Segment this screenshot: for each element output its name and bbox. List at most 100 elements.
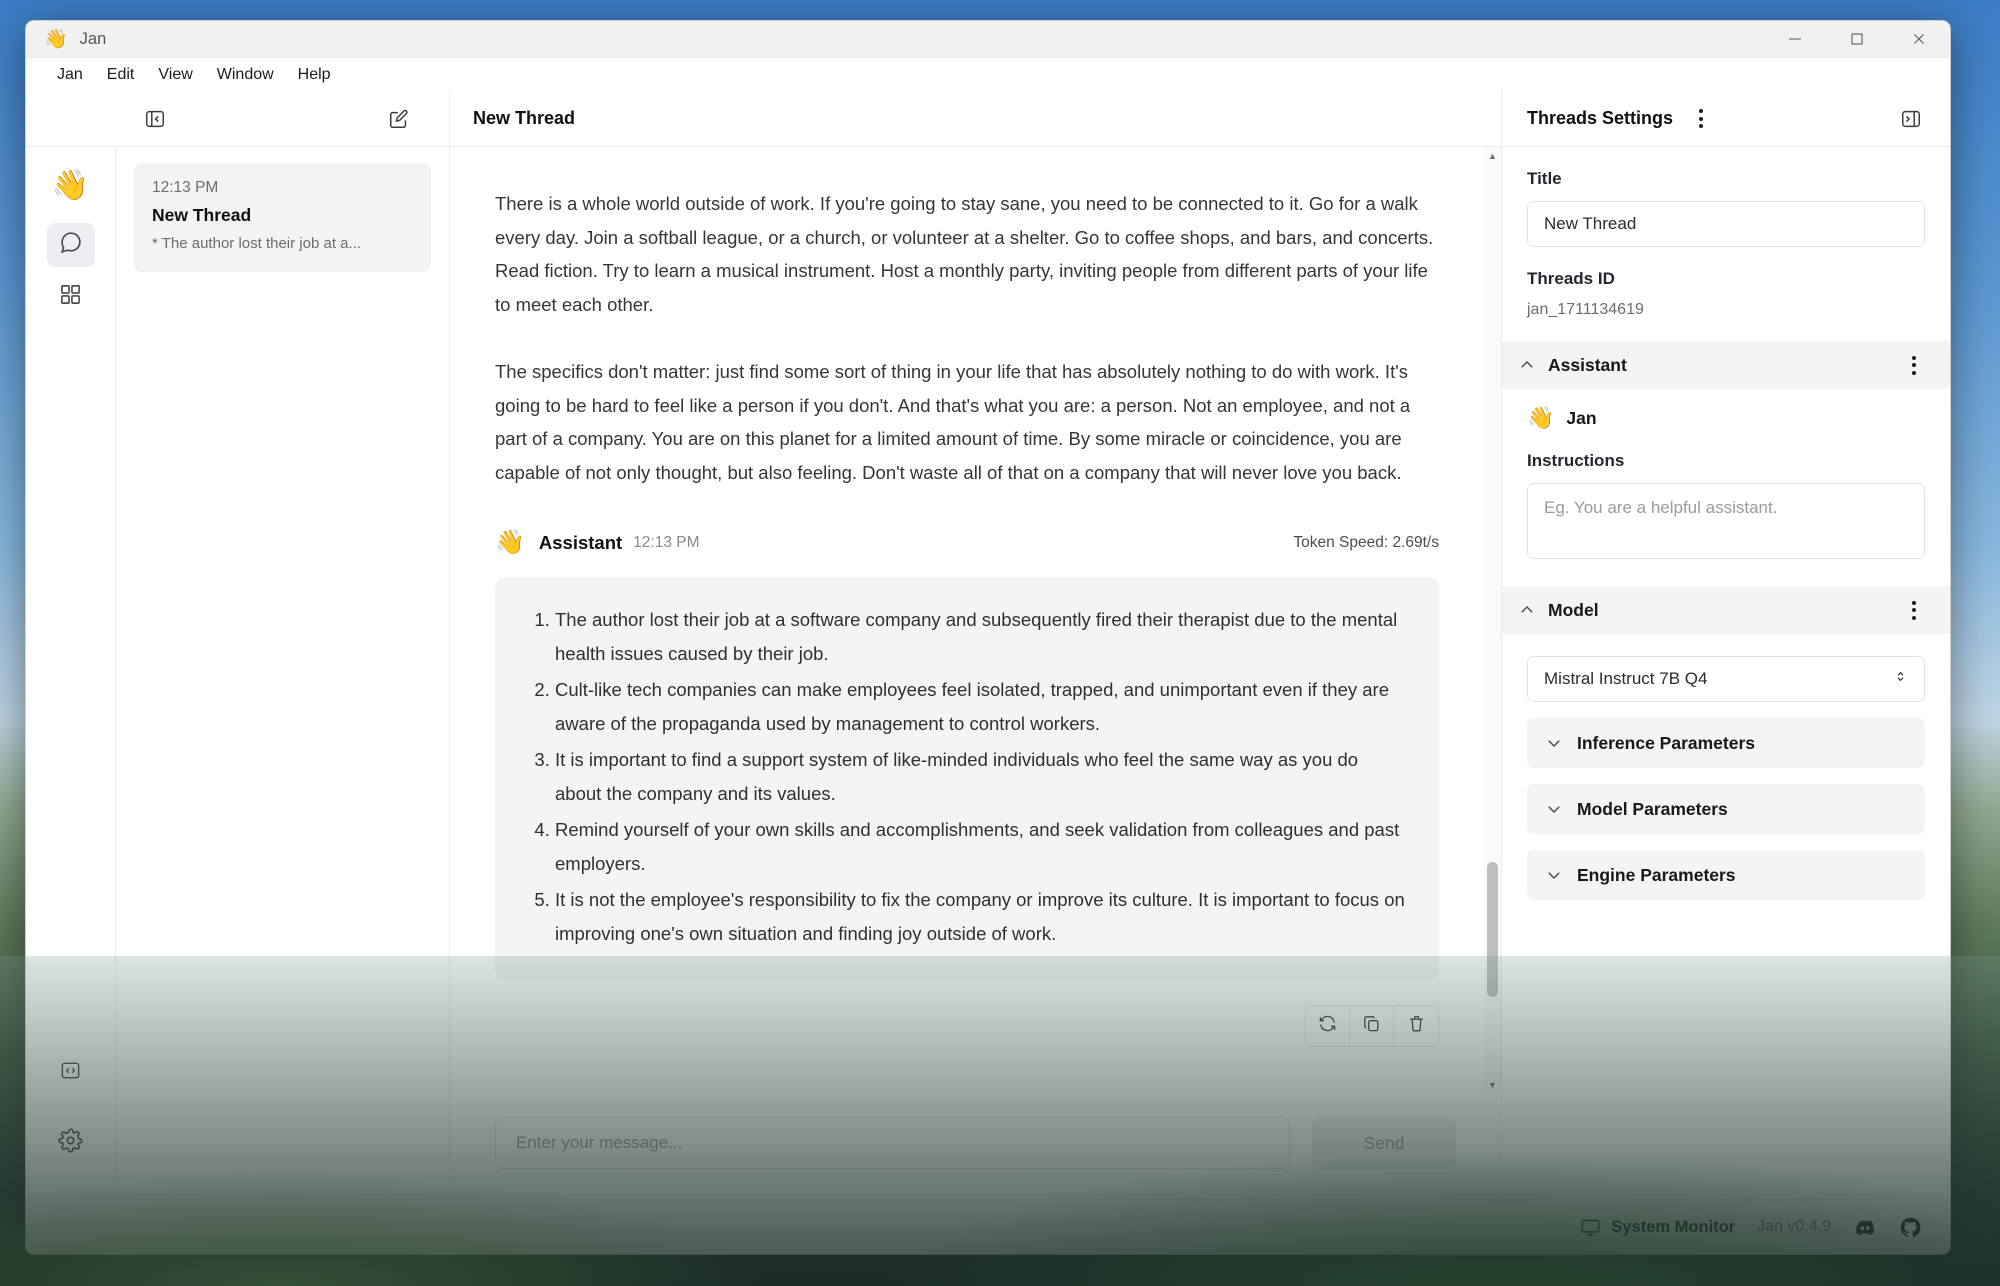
compose-icon[interactable] [382,102,416,136]
thread-title-input[interactable] [1527,201,1925,247]
minimize-button[interactable] [1764,21,1826,57]
desktop-wallpaper: 👋 Jan Jan Edit View Window Help 👋 12:13 … [0,0,2000,1286]
copy-icon [1362,1014,1381,1038]
right-column: Threads Settings Title New Thread Thread… [1502,91,1950,1199]
left-main: 👋 12:13 PM New Thread * The author lost … [26,146,449,1199]
window-titlebar: 👋 Jan [26,21,1950,58]
threads-settings-header: Threads Settings [1502,91,1950,146]
message-input[interactable] [495,1117,1290,1169]
accordion-inference-parameters[interactable]: Inference Parameters [1527,718,1925,768]
composer: Send [450,1093,1501,1199]
instructions-label: Instructions [1527,451,1625,470]
list-item: Remind yourself of your own skills and a… [555,813,1405,880]
jan-app-window: 👋 Jan Jan Edit View Window Help 👋 12:13 … [25,20,1951,1255]
menu-window[interactable]: Window [206,62,285,88]
rail-logo-wave-icon: 👋 [51,169,90,202]
center-body: There is a whole world outside of work. … [450,146,1501,1093]
chevron-down-icon-model-params [1545,800,1563,818]
list-item: It is important to find a support system… [555,743,1405,810]
page-title: New Thread [473,108,576,128]
copy-button[interactable] [1350,1006,1394,1046]
accordion-model-parameters[interactable]: Model Parameters [1527,784,1925,834]
left-toolbar [26,91,449,146]
github-icon[interactable] [1899,1216,1922,1239]
rail-item-settings[interactable] [47,1121,95,1165]
close-button[interactable] [1888,21,1950,57]
scroll-down-arrow[interactable]: ▼ [1488,1076,1497,1093]
window-title: Jan [79,29,107,48]
panel-expand-icon[interactable] [1894,102,1928,136]
titlebar-left: 👋 Jan [26,30,106,49]
assistant-message-header: 👋 Assistant 12:13 PM Token Speed: 2.69t/… [495,531,1439,555]
assistant-section-title: Assistant [1548,354,1627,375]
rail-item-chat[interactable] [46,223,95,267]
app-body: 👋 12:13 PM New Thread * The author lost … [26,91,1950,1199]
chevron-down-icon-inference [1545,734,1563,752]
assistant-emoji-wave-icon: 👋 [1527,405,1555,430]
thread-snippet: * The author lost their job at a... [152,235,362,252]
chat-bubble-icon [58,230,83,260]
app-logo-wave-icon: 👋 [44,28,68,50]
model-section-header[interactable]: Model [1502,586,1950,634]
rail-bottom [47,1051,95,1199]
send-button[interactable]: Send [1312,1117,1456,1169]
scroll-up-arrow[interactable]: ▲ [1488,147,1497,164]
window-controls [1764,21,1950,57]
title-field-wrap: Title [1502,147,1950,247]
more-vertical-icon-model[interactable] [1900,595,1928,625]
assistant-display-name: Jan [1566,407,1597,428]
instructions-textarea[interactable] [1527,483,1925,559]
app-version: Jan v0.4.9 [1757,1218,1831,1235]
more-vertical-icon-assistant[interactable] [1900,350,1928,380]
regenerate-button[interactable] [1306,1006,1350,1046]
discord-icon[interactable] [1853,1215,1877,1239]
delete-button[interactable] [1394,1006,1438,1046]
model-section-title: Model [1548,599,1599,620]
menu-help[interactable]: Help [287,62,342,88]
threads-id-wrap: Threads ID jan_1711134619 [1502,247,1950,319]
rail-item-hub[interactable] [47,275,95,319]
menu-jan[interactable]: Jan [46,62,94,88]
center-column: New Thread There is a whole world outsid… [450,91,1502,1199]
message-actions [495,1005,1439,1047]
threads-id-value: jan_1711134619 [1527,301,1644,318]
thread-list: 12:13 PM New Thread * The author lost th… [116,147,449,1199]
assistant-name: Assistant [538,532,623,553]
maximize-button[interactable] [1826,21,1888,57]
model-select[interactable]: Mistral Instruct 7B Q4 [1527,656,1925,702]
chevron-up-icon-model [1518,601,1536,619]
rail-item-local-api-server[interactable] [47,1051,95,1095]
refresh-icon [1318,1014,1337,1038]
thread-time: 12:13 PM [152,179,219,196]
thread-title: New Thread [152,205,252,225]
accordion-title-engine: Engine Parameters [1577,864,1736,885]
assistant-avatar-wave-icon: 👋 [495,529,525,556]
icon-rail: 👋 [26,147,116,1199]
assistant-answer-list: The author lost their job at a software … [525,603,1405,950]
message-scrollbar[interactable]: ▲ ▼ [1484,147,1501,1093]
scrollbar-thumb[interactable] [1487,862,1498,997]
model-select-wrap: Mistral Instruct 7B Q4 Inference Paramet… [1502,634,1950,900]
system-monitor-button[interactable]: System Monitor [1580,1217,1735,1238]
panel-collapse-icon[interactable] [138,102,172,136]
grid-icon [59,283,82,311]
menu-edit[interactable]: Edit [96,62,146,88]
list-item: Cult-like tech companies can make employ… [555,673,1405,740]
accordion-engine-parameters[interactable]: Engine Parameters [1527,850,1925,900]
list-item: The author lost their job at a software … [555,603,1405,670]
assistant-timestamp: 12:13 PM [633,534,700,551]
list-item[interactable]: 12:13 PM New Thread * The author lost th… [134,163,431,272]
list-item: It is not the employee's responsibility … [555,883,1405,950]
code-brackets-icon [59,1059,82,1087]
menu-view[interactable]: View [147,62,203,88]
accordion-title-model-params: Model Parameters [1577,798,1728,819]
assistant-section-header[interactable]: Assistant [1502,341,1950,389]
accordion-title-inference: Inference Parameters [1577,732,1756,753]
more-vertical-icon-header[interactable] [1687,104,1715,134]
model-select-value: Mistral Instruct 7B Q4 [1544,669,1708,688]
statusbar: System Monitor Jan v0.4.9 [26,1199,1950,1254]
message-paragraph-1: There is a whole world outside of work. … [495,193,1434,315]
assistant-identity-row: 👋 Jan [1502,389,1950,429]
token-speed-label: Token Speed: 2.69t/s [1293,534,1439,551]
title-field-label: Title [1527,169,1562,188]
